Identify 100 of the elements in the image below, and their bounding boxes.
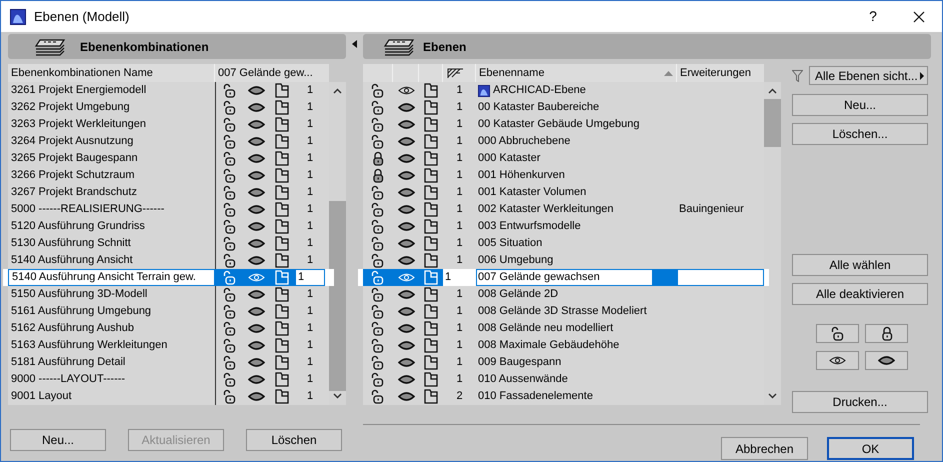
side-button[interactable]: Alle wählen — [792, 254, 928, 276]
folded-page-icon[interactable] — [275, 168, 289, 183]
eye-solid-icon[interactable] — [248, 204, 264, 215]
unlocked-icon[interactable] — [222, 253, 236, 268]
scrollbar-thumb[interactable] — [329, 201, 346, 391]
eye-solid-icon[interactable] — [398, 306, 414, 317]
layer-row[interactable]: 1 009 Baugespann — [363, 354, 764, 371]
layer-row[interactable]: 1 006 Umgebung — [363, 252, 764, 269]
combination-row[interactable]: 3267 Projekt Brandschutz 1 — [8, 184, 329, 201]
column-header[interactable]: Ebenenname — [476, 64, 677, 82]
unlocked-icon[interactable] — [371, 372, 385, 387]
combination-row[interactable]: 3266 Projekt Schutzraum 1 — [8, 167, 329, 184]
locked-icon[interactable] — [371, 168, 385, 183]
folded-page-icon[interactable] — [275, 151, 289, 166]
eye-solid-icon[interactable] — [398, 119, 414, 130]
folded-page-icon[interactable] — [275, 117, 289, 132]
unlock-all-button[interactable] — [816, 324, 859, 343]
unlocked-icon[interactable] — [371, 355, 385, 370]
close-icon[interactable] — [913, 10, 925, 22]
folded-page-icon[interactable] — [424, 321, 438, 336]
unlocked-icon[interactable] — [222, 83, 236, 98]
side-button[interactable]: Neu... — [792, 94, 928, 116]
side-button[interactable]: Alle deaktivieren — [792, 283, 928, 305]
eye-solid-icon[interactable] — [398, 357, 414, 368]
combination-row[interactable]: 5161 Ausführung Umgebung 1 — [8, 303, 329, 320]
eye-solid-icon[interactable] — [398, 102, 414, 113]
folded-page-icon[interactable] — [424, 134, 438, 149]
combination-row[interactable]: 3263 Projekt Werkleitungen 1 — [8, 116, 329, 133]
eye-solid-icon[interactable] — [398, 391, 414, 402]
eye-solid-icon[interactable] — [398, 255, 414, 266]
folded-page-icon[interactable] — [424, 389, 438, 404]
layer-row[interactable]: 1 008 Gelände 3D Strasse Modeliert — [363, 303, 764, 320]
combination-row[interactable]: 3264 Projekt Ausnutzung 1 — [8, 133, 329, 150]
column-header[interactable]: 007 Gelände gew... — [215, 64, 329, 82]
eye-solid-icon[interactable] — [398, 204, 414, 215]
dialog-button[interactable]: Abbrechen — [721, 437, 808, 460]
eye-solid-icon[interactable] — [248, 187, 264, 198]
eye-solid-icon[interactable] — [398, 323, 414, 334]
unlocked-icon[interactable] — [222, 202, 236, 217]
folded-page-icon[interactable] — [424, 202, 438, 217]
folded-page-icon[interactable] — [275, 287, 289, 302]
side-button[interactable]: Löschen... — [792, 123, 928, 145]
eye-solid-icon[interactable] — [248, 306, 264, 317]
folded-page-icon[interactable] — [424, 117, 438, 132]
eye-solid-icon[interactable] — [398, 238, 414, 249]
combination-row[interactable]: 5120 Ausführung Grundriss 1 — [8, 218, 329, 235]
folded-page-icon[interactable] — [275, 100, 289, 115]
eye-solid-icon[interactable] — [248, 289, 264, 300]
folded-page-icon[interactable] — [275, 236, 289, 251]
eye-solid-icon[interactable] — [398, 289, 414, 300]
layer-row[interactable]: 1 001 Kataster Volumen — [363, 184, 764, 201]
hide-all-button[interactable] — [865, 351, 908, 370]
layer-row[interactable]: 1 00 Kataster Gebäude Umgebung — [363, 116, 764, 133]
folded-page-icon[interactable] — [424, 185, 438, 200]
folded-page-icon[interactable] — [275, 83, 289, 98]
combination-row[interactable]: 3262 Projekt Umgebung 1 — [8, 99, 329, 116]
folded-page-icon[interactable] — [424, 355, 438, 370]
eye-solid-icon[interactable] — [398, 340, 414, 351]
unlocked-icon[interactable] — [222, 168, 236, 183]
folded-page-icon[interactable] — [275, 389, 289, 404]
folded-page-icon[interactable] — [424, 287, 438, 302]
unlocked-icon[interactable] — [371, 83, 385, 98]
folded-page-icon[interactable] — [424, 168, 438, 183]
sort-ascending-icon[interactable] — [664, 70, 673, 76]
unlocked-icon[interactable] — [222, 219, 236, 234]
unlocked-icon[interactable] — [222, 117, 236, 132]
show-all-button[interactable] — [816, 351, 859, 370]
unlocked-icon[interactable] — [222, 151, 236, 166]
eye-solid-icon[interactable] — [248, 136, 264, 147]
layer-row[interactable]: 1 ARCHICAD-Ebene — [363, 82, 764, 99]
eye-solid-icon[interactable] — [248, 119, 264, 130]
panel-button[interactable]: Löschen — [246, 429, 342, 451]
unlocked-icon[interactable] — [371, 304, 385, 319]
hatch-icon[interactable] — [447, 68, 464, 78]
layer-row[interactable]: 1 005 Situation — [363, 235, 764, 252]
unlocked-icon[interactable] — [371, 134, 385, 149]
unlocked-icon[interactable] — [371, 321, 385, 336]
layer-row[interactable]: 2 010 Fassadenelemente — [363, 388, 764, 405]
combination-row[interactable]: 5163 Ausführung Werkleitungen 1 — [8, 337, 329, 354]
layer-row[interactable]: 1 008 Gelände neu modelliert — [363, 320, 764, 337]
chevron-down-icon[interactable] — [768, 393, 777, 399]
unlocked-icon[interactable] — [371, 389, 385, 404]
unlocked-icon[interactable] — [371, 100, 385, 115]
folded-page-icon[interactable] — [275, 304, 289, 319]
eye-solid-icon[interactable] — [248, 374, 264, 385]
eye-solid-icon[interactable] — [398, 136, 414, 147]
help-button[interactable]: ? — [850, 1, 896, 32]
eye-solid-icon[interactable] — [248, 391, 264, 402]
group-edit-field[interactable]: 1 — [295, 269, 325, 286]
folded-page-icon[interactable] — [275, 253, 289, 268]
folded-page-icon[interactable] — [275, 202, 289, 217]
combination-row[interactable]: 5181 Ausführung Detail 1 — [8, 354, 329, 371]
column-header[interactable]: Ebenenkombinationen Name — [8, 64, 215, 82]
filter-dropdown[interactable]: Alle Ebenen sicht... — [809, 66, 928, 85]
eye-solid-icon[interactable] — [248, 85, 264, 96]
layer-row[interactable]: 1 003 Entwurfsmodelle — [363, 218, 764, 235]
layer-row[interactable]: 1 001 Höhenkurven — [363, 167, 764, 184]
unlocked-icon[interactable] — [222, 389, 236, 404]
unlocked-icon[interactable] — [222, 287, 236, 302]
folded-page-icon[interactable] — [275, 219, 289, 234]
